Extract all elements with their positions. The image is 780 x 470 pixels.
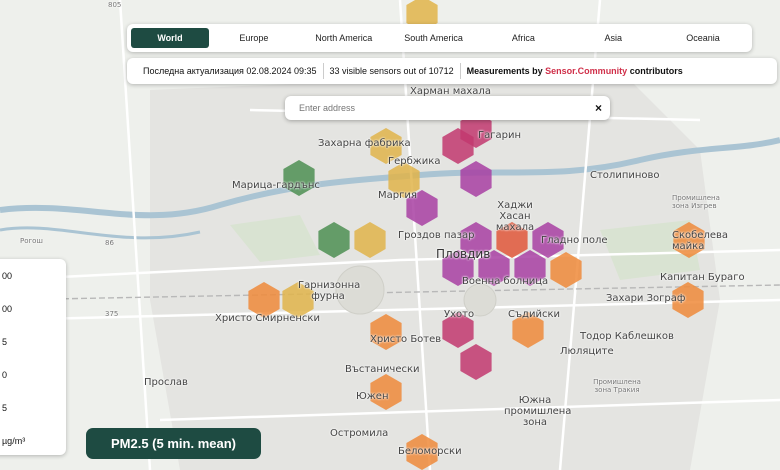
tab-north-america[interactable]: North America [299,28,389,48]
address-search: × [285,96,610,120]
map-label: Остромила [330,428,389,439]
legend-tick: 0 [2,370,8,380]
tab-africa[interactable]: Africa [478,28,568,48]
legend-unit: µg/m³ [2,436,26,446]
map-label: Захари Зограф [606,293,686,304]
map-label: Южен [356,391,389,402]
map-label: Маргия [378,190,417,201]
road-label: 805 [108,1,122,9]
map-label: Христо Смирненски [215,313,320,324]
last-update-label: Последна актуализация [143,66,244,76]
map-label: Гагарин [478,130,521,141]
attribution-prefix: Measurements by [466,66,543,76]
legend-panel: 00 00 5 0 5 µg/m³ [0,259,66,455]
map-label: Люляците [560,346,614,357]
pm-selector-button[interactable]: PM2.5 (5 min. mean) [86,428,261,459]
map-label-city: Пловдив [436,247,491,261]
tab-world[interactable]: World [131,28,209,48]
visible-text: visible sensors out of [342,66,427,76]
visible-count: 33 [329,66,340,76]
map-label: Съдийски [508,309,560,320]
map-label: Южна промишлена зона [504,395,572,428]
map-label: Ухото [444,309,475,320]
tab-europe[interactable]: Europe [209,28,299,48]
tab-oceania[interactable]: Oceania [658,28,748,48]
map-label: Захарна фабрика [318,138,411,149]
map-label: Гроздов пазар [398,230,475,241]
close-icon[interactable]: × [595,101,602,115]
search-input[interactable] [297,102,595,114]
sensor-count: 33 visible sensors out of 10712 [324,66,460,76]
map-label: Гладно поле [541,235,608,246]
map-label: Гарнизонна фурна [298,280,361,302]
map-label: Христо Ботев [370,334,442,345]
map-label: Беломорски [398,446,462,457]
info-bar: Последна актуализация 02.08.2024 09:35 3… [127,58,777,84]
map-label: Рогош [20,237,43,245]
map-label: Гербжика [388,156,441,167]
map-label: Хаджи Хасан махала [495,200,535,233]
total-count: 10712 [428,66,454,76]
attribution: Measurements by Sensor.Community contrib… [461,66,689,76]
legend-tick: 5 [2,337,8,347]
legend-tick: 00 [2,271,13,281]
sensor-community-link[interactable]: Sensor.Community [545,66,627,76]
map-label: Скобелева майка [672,230,729,252]
attribution-suffix: contributors [629,66,683,76]
legend-tick: 5 [2,403,8,413]
map-label: Прослав [144,377,188,388]
map-label: Столипиново [590,170,660,181]
last-update: Последна актуализация 02.08.2024 09:35 [137,66,323,76]
road-label: 86 [105,239,114,247]
tab-south-america[interactable]: South America [389,28,479,48]
last-update-value: 02.08.2024 09:35 [246,66,317,76]
map-label: Промишлена зона Изгрев [672,194,720,210]
map-label: Въстанически [345,364,420,375]
map-label: Капитан Бураго [660,272,745,283]
region-tab-bar: World Europe North America South America… [127,24,752,52]
road-label: 375 [105,310,119,318]
map-label: Промишлена зона Тракия [593,378,641,394]
map-label: Военна болница [462,276,549,287]
map-label: Тодор Каблешков [580,331,674,342]
tab-asia[interactable]: Asia [568,28,658,48]
legend-tick: 00 [2,304,13,314]
map-label: Марица-гардънс [232,180,320,191]
